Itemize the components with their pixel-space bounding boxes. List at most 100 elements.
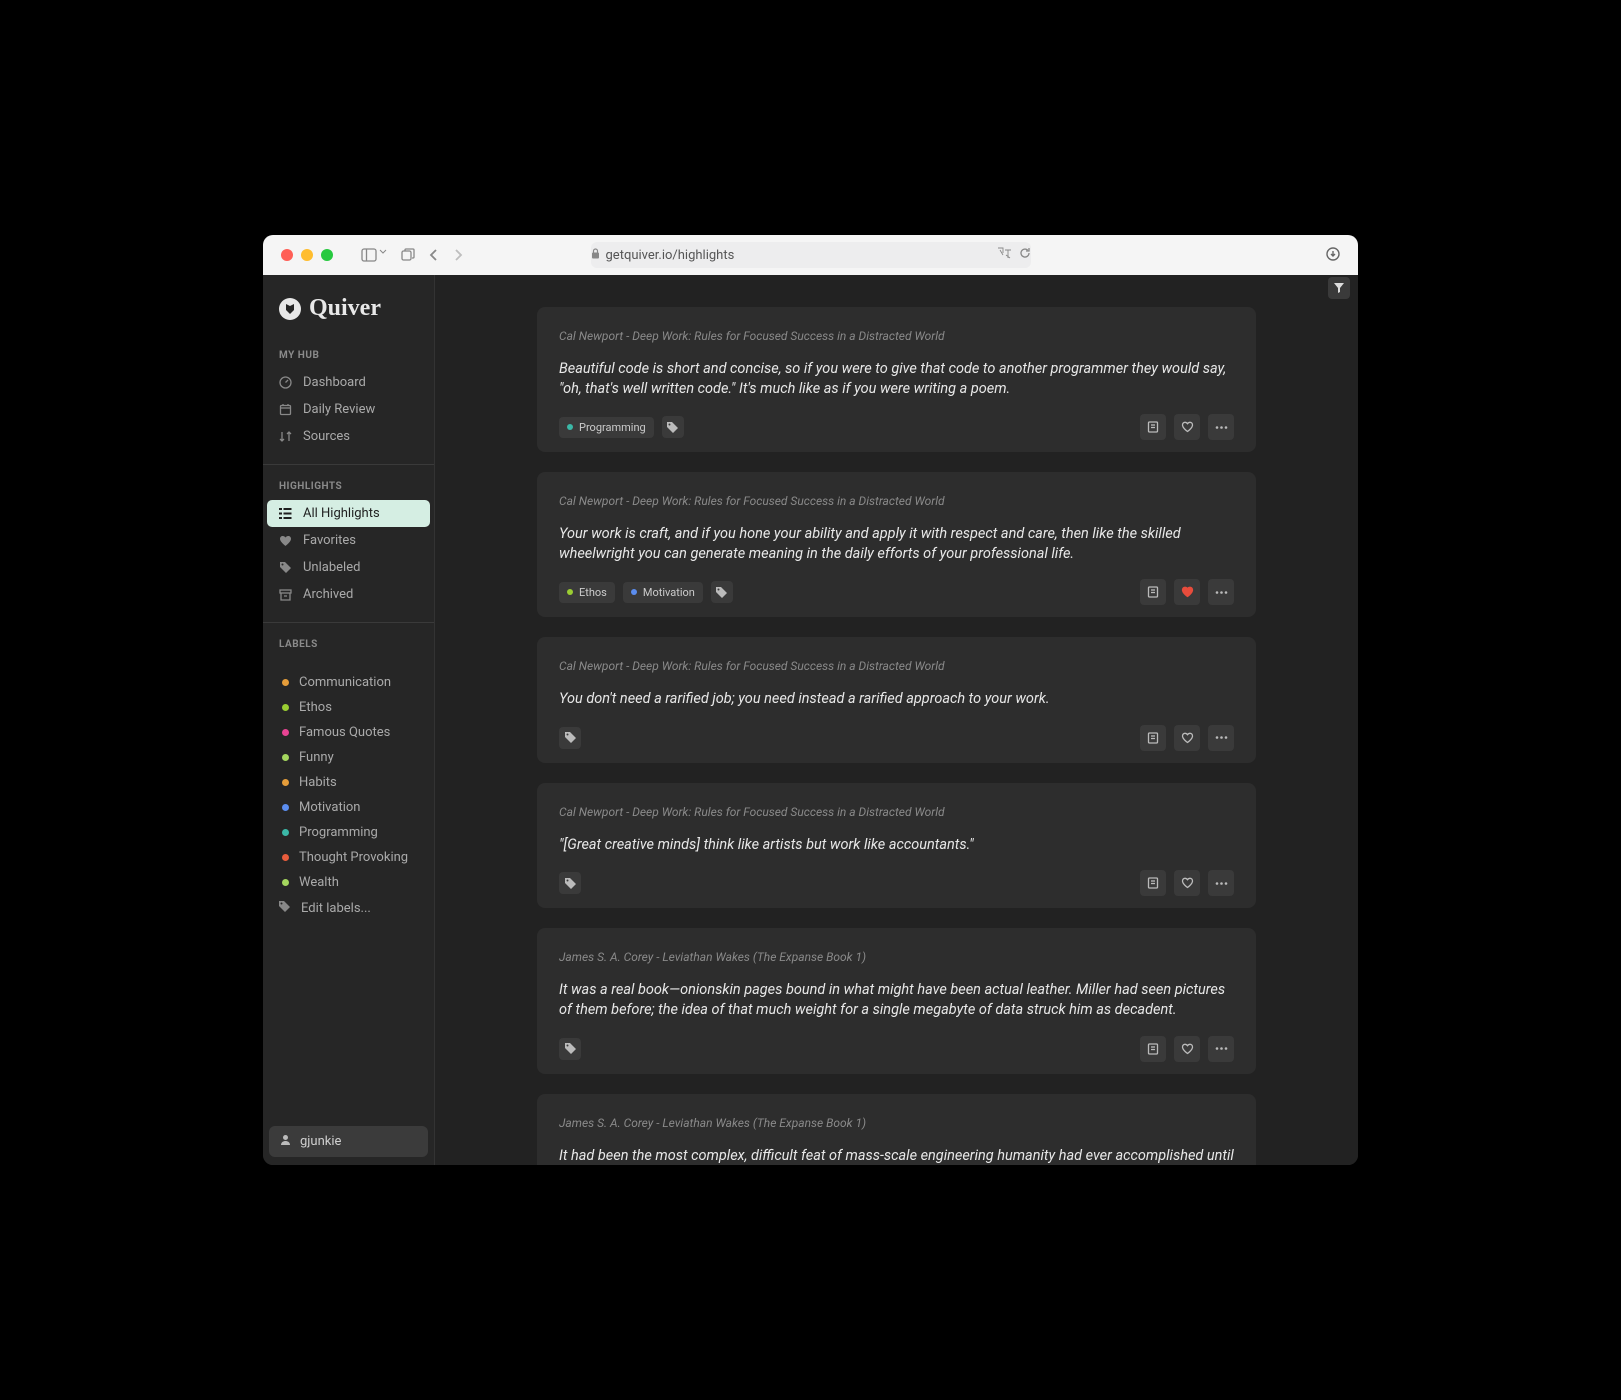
label-name: Habits bbox=[299, 775, 337, 790]
window-close[interactable] bbox=[281, 249, 293, 261]
label-name: Ethos bbox=[299, 700, 332, 715]
username: gjunkie bbox=[300, 1134, 341, 1149]
user-menu[interactable]: gjunkie bbox=[269, 1126, 428, 1157]
tag-icon bbox=[279, 561, 293, 574]
favorite-button[interactable] bbox=[1174, 725, 1200, 751]
note-button[interactable] bbox=[1140, 870, 1166, 896]
browser-back-icon[interactable] bbox=[429, 249, 439, 261]
highlight-text: It had been the most complex, difficult … bbox=[559, 1146, 1234, 1166]
nav-label: Unlabeled bbox=[303, 560, 360, 575]
label-wealth[interactable]: Wealth bbox=[263, 870, 434, 895]
favorite-button[interactable] bbox=[1174, 870, 1200, 896]
browser-url-bar[interactable]: getquiver.io/highlights bbox=[591, 242, 1031, 268]
nav-daily-review[interactable]: Daily Review bbox=[263, 396, 434, 423]
nav-label: Archived bbox=[303, 587, 353, 602]
highlight-source: Cal Newport - Deep Work: Rules for Focus… bbox=[559, 659, 1234, 673]
heart-icon bbox=[279, 535, 293, 547]
browser-forward-icon[interactable] bbox=[453, 249, 463, 261]
more-button[interactable] bbox=[1208, 870, 1234, 896]
favorite-button[interactable] bbox=[1174, 414, 1200, 440]
label-color-dot bbox=[282, 829, 289, 836]
nav-sources[interactable]: Sources bbox=[263, 423, 434, 450]
highlight-card: Cal Newport - Deep Work: Rules for Focus… bbox=[537, 783, 1256, 909]
nav-archived[interactable]: Archived bbox=[263, 581, 434, 608]
highlight-source: Cal Newport - Deep Work: Rules for Focus… bbox=[559, 329, 1234, 343]
note-button[interactable] bbox=[1140, 725, 1166, 751]
tag-programming[interactable]: Programming bbox=[559, 417, 654, 438]
edit-labels[interactable]: Edit labels... bbox=[263, 895, 434, 922]
note-button[interactable] bbox=[1140, 1036, 1166, 1062]
section-label-hub: MY HUB bbox=[263, 346, 434, 369]
label-color-dot bbox=[282, 854, 289, 861]
tag-dot bbox=[631, 589, 637, 595]
more-button[interactable] bbox=[1208, 414, 1234, 440]
app-name: Quiver bbox=[309, 295, 381, 322]
note-button[interactable] bbox=[1140, 579, 1166, 605]
nav-label: All Highlights bbox=[303, 506, 380, 521]
nav-all-highlights[interactable]: All Highlights bbox=[267, 500, 430, 527]
user-icon bbox=[279, 1133, 292, 1150]
tag-name: Ethos bbox=[579, 586, 607, 599]
label-color-dot bbox=[282, 754, 289, 761]
favorite-button[interactable] bbox=[1174, 1036, 1200, 1062]
nav-label: Sources bbox=[303, 429, 350, 444]
nav-label: Dashboard bbox=[303, 375, 366, 390]
translate-icon[interactable] bbox=[997, 247, 1013, 263]
favorite-button[interactable] bbox=[1174, 579, 1200, 605]
label-color-dot bbox=[282, 879, 289, 886]
more-button[interactable] bbox=[1208, 579, 1234, 605]
section-label-highlights: HIGHLIGHTS bbox=[263, 477, 434, 500]
highlight-source: Cal Newport - Deep Work: Rules for Focus… bbox=[559, 494, 1234, 508]
archive-icon bbox=[279, 589, 293, 601]
label-motivation[interactable]: Motivation bbox=[263, 795, 434, 820]
refresh-icon[interactable] bbox=[1019, 247, 1031, 263]
sidebar: Quiver MY HUB Dashboard Daily Review Sourc… bbox=[263, 275, 435, 1165]
window-maximize[interactable] bbox=[321, 249, 333, 261]
add-tag-button[interactable] bbox=[662, 416, 684, 438]
tag-icon bbox=[278, 900, 291, 917]
label-communication[interactable]: Communication bbox=[263, 670, 434, 695]
nav-label: Favorites bbox=[303, 533, 356, 548]
tag-ethos[interactable]: Ethos bbox=[559, 582, 615, 603]
label-color-dot bbox=[282, 779, 289, 786]
label-name: Famous Quotes bbox=[299, 725, 390, 740]
label-color-dot bbox=[282, 679, 289, 686]
section-label-labels: LABELS bbox=[263, 635, 434, 658]
sidebar-toggle-icon[interactable] bbox=[361, 248, 387, 262]
nav-dashboard[interactable]: Dashboard bbox=[263, 369, 434, 396]
label-ethos[interactable]: Ethos bbox=[263, 695, 434, 720]
label-name: Communication bbox=[299, 675, 391, 690]
calendar-icon bbox=[279, 403, 293, 416]
add-tag-button[interactable] bbox=[559, 727, 581, 749]
list-icon bbox=[279, 508, 293, 519]
tabs-icon[interactable] bbox=[401, 248, 415, 262]
more-button[interactable] bbox=[1208, 1036, 1234, 1062]
nav-favorites[interactable]: Favorites bbox=[263, 527, 434, 554]
label-programming[interactable]: Programming bbox=[263, 820, 434, 845]
label-habits[interactable]: Habits bbox=[263, 770, 434, 795]
add-tag-button[interactable] bbox=[711, 581, 733, 603]
more-button[interactable] bbox=[1208, 725, 1234, 751]
add-tag-button[interactable] bbox=[559, 872, 581, 894]
highlight-source: Cal Newport - Deep Work: Rules for Focus… bbox=[559, 805, 1234, 819]
filter-button[interactable] bbox=[1328, 277, 1350, 299]
tag-name: Motivation bbox=[643, 586, 695, 599]
highlight-text: "[Great creative minds] think like artis… bbox=[559, 835, 1234, 855]
sort-icon bbox=[279, 430, 293, 443]
label-name: Motivation bbox=[299, 800, 360, 815]
note-button[interactable] bbox=[1140, 414, 1166, 440]
highlight-text: It was a real book—onionskin pages bound… bbox=[559, 980, 1234, 1019]
label-color-dot bbox=[282, 804, 289, 811]
window-minimize[interactable] bbox=[301, 249, 313, 261]
label-name: Programming bbox=[299, 825, 378, 840]
label-thought-provoking[interactable]: Thought Provoking bbox=[263, 845, 434, 870]
label-famous-quotes[interactable]: Famous Quotes bbox=[263, 720, 434, 745]
label-funny[interactable]: Funny bbox=[263, 745, 434, 770]
download-icon[interactable] bbox=[1326, 246, 1340, 265]
nav-unlabeled[interactable]: Unlabeled bbox=[263, 554, 434, 581]
logo-icon bbox=[279, 298, 301, 320]
tag-motivation[interactable]: Motivation bbox=[623, 582, 703, 603]
label-name: Thought Provoking bbox=[299, 850, 408, 865]
highlight-text: Beautiful code is short and concise, so … bbox=[559, 359, 1234, 398]
add-tag-button[interactable] bbox=[559, 1038, 581, 1060]
